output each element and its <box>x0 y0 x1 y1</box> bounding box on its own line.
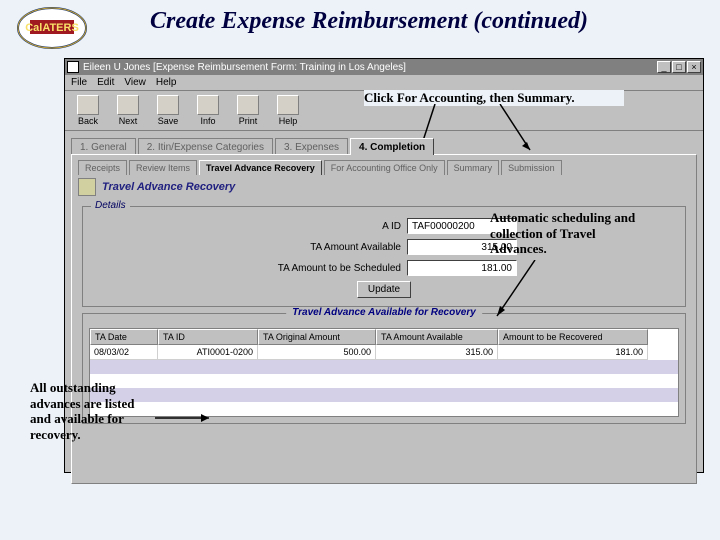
tab-general[interactable]: 1. General <box>71 138 136 155</box>
toolbar-save[interactable]: Save <box>151 95 185 126</box>
tab-expense-categories[interactable]: 2. Itin/Expense Categories <box>138 138 273 155</box>
panel-heading: Travel Advance Recovery <box>102 181 235 193</box>
col-ta-date[interactable]: TA Date <box>90 329 158 345</box>
menu-edit[interactable]: Edit <box>97 77 114 88</box>
window-titlebar: Eileen U Jones [Expense Reimbursement Fo… <box>65 59 703 75</box>
subtab-accounting-only[interactable]: For Accounting Office Only <box>324 160 445 175</box>
recovery-grid-legend: Travel Advance Available for Recovery <box>286 307 482 318</box>
tab-expenses[interactable]: 3. Expenses <box>275 138 348 155</box>
toolbar-back[interactable]: Back <box>71 95 105 126</box>
toolbar-info[interactable]: Info <box>191 95 225 126</box>
cell-ta-available: 315.00 <box>376 345 498 360</box>
table-row <box>90 360 678 374</box>
toolbar-help[interactable]: Help <box>271 95 305 126</box>
menu-bar: File Edit View Help <box>65 75 703 91</box>
details-legend: Details <box>91 200 130 211</box>
cell-ta-id: ATI0001-0200 <box>158 345 258 360</box>
col-amount-recovered[interactable]: Amount to be Recovered <box>498 329 648 345</box>
table-row <box>90 374 678 388</box>
subtab-receipts[interactable]: Receipts <box>78 160 127 175</box>
arrow-icon <box>495 260 555 320</box>
expense-form-window: Eileen U Jones [Expense Reimbursement Fo… <box>64 58 704 473</box>
calaters-logo: CalATERS <box>8 6 96 50</box>
page-title: Create Expense Reimbursement (continued) <box>150 8 588 35</box>
tab-completion[interactable]: 4. Completion <box>350 138 434 155</box>
arrow-icon <box>155 412 215 424</box>
save-disk-icon <box>157 95 179 115</box>
window-title: Eileen U Jones [Expense Reimbursement Fo… <box>83 62 656 73</box>
col-ta-original[interactable]: TA Original Amount <box>258 329 376 345</box>
cell-ta-date: 08/03/02 <box>90 345 158 360</box>
callout-right: Automatic scheduling and collection of T… <box>490 210 640 257</box>
completion-panel: Receipts Review Items Travel Advance Rec… <box>71 154 697 484</box>
subtab-review-items[interactable]: Review Items <box>129 160 197 175</box>
svg-text:CalATERS: CalATERS <box>25 22 79 34</box>
toolbar-next[interactable]: Next <box>111 95 145 126</box>
main-tabs: 1. General 2. Itin/Expense Categories 3.… <box>71 137 697 154</box>
ta-available-label: TA Amount Available <box>310 242 401 253</box>
help-icon <box>277 95 299 115</box>
minimize-button[interactable]: _ <box>657 61 671 73</box>
menu-help[interactable]: Help <box>156 77 177 88</box>
travel-advance-icon <box>78 178 96 196</box>
arrow-icon <box>420 104 540 154</box>
ta-scheduled-label: TA Amount to be Scheduled <box>278 263 401 274</box>
cell-amount-recovered: 181.00 <box>498 345 648 360</box>
menu-file[interactable]: File <box>71 77 87 88</box>
toolbar-print[interactable]: Print <box>231 95 265 126</box>
subtab-summary[interactable]: Summary <box>447 160 500 175</box>
print-icon <box>237 95 259 115</box>
sub-tabs: Receipts Review Items Travel Advance Rec… <box>78 159 690 174</box>
menu-view[interactable]: View <box>124 77 146 88</box>
recovery-grid: TA Date TA ID TA Original Amount TA Amou… <box>89 328 679 417</box>
app-icon <box>67 61 79 73</box>
update-button[interactable]: Update <box>357 281 411 298</box>
a-id-label: A ID <box>382 221 401 232</box>
col-ta-available[interactable]: TA Amount Available <box>376 329 498 345</box>
table-row <box>90 388 678 402</box>
subtab-submission[interactable]: Submission <box>501 160 562 175</box>
info-icon <box>197 95 219 115</box>
grid-header-row: TA Date TA ID TA Original Amount TA Amou… <box>90 329 678 345</box>
maximize-button[interactable]: □ <box>672 61 686 73</box>
table-row[interactable]: 08/03/02 ATI0001-0200 500.00 315.00 181.… <box>90 345 678 360</box>
cell-ta-original: 500.00 <box>258 345 376 360</box>
subtab-travel-advance-recovery[interactable]: Travel Advance Recovery <box>199 160 322 175</box>
callout-left: All outstanding advances are listed and … <box>30 380 150 442</box>
next-arrow-icon <box>117 95 139 115</box>
recovery-grid-fieldset: Travel Advance Available for Recovery TA… <box>82 313 686 424</box>
col-ta-id[interactable]: TA ID <box>158 329 258 345</box>
back-arrow-icon <box>77 95 99 115</box>
close-button[interactable]: × <box>687 61 701 73</box>
